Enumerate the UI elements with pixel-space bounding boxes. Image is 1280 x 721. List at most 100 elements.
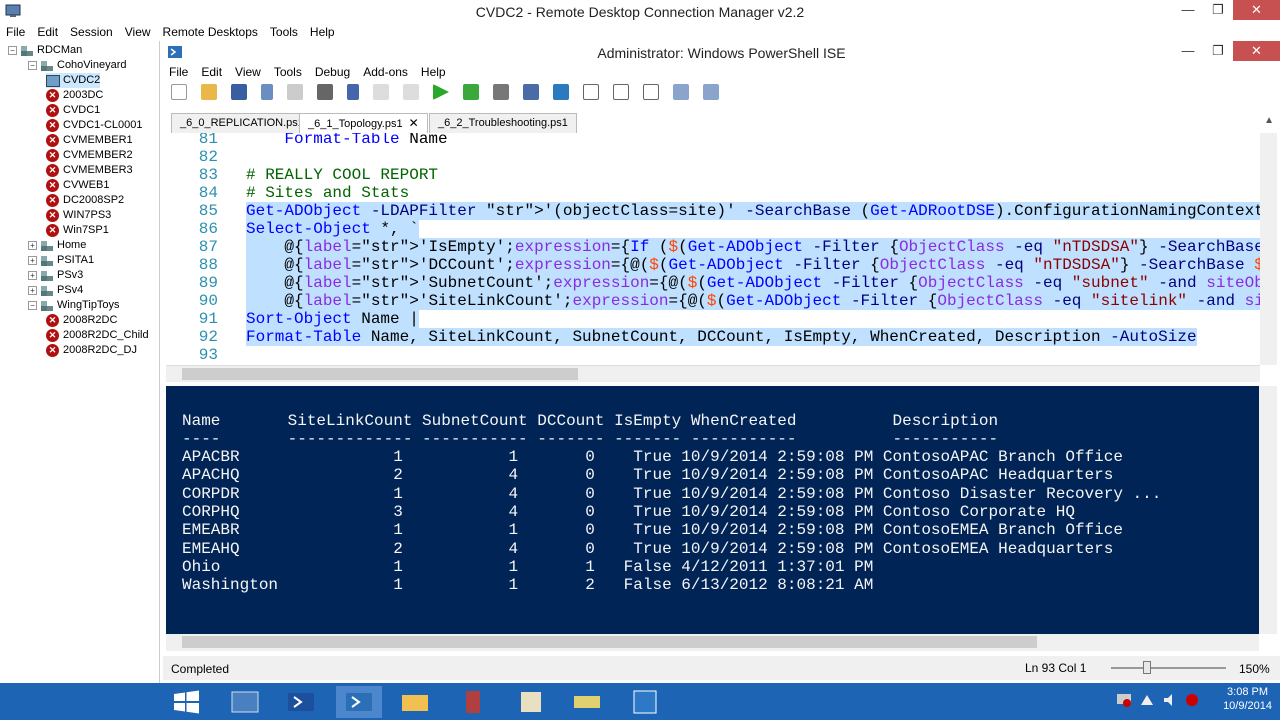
tree-node[interactable]: ✕ CVMEMBER3 (46, 163, 133, 178)
speaker-icon[interactable] (1162, 693, 1178, 707)
stop-icon[interactable] (493, 84, 509, 100)
tool-taskbar-icon[interactable] (450, 686, 496, 718)
ise-menu-file[interactable]: File (163, 63, 195, 81)
tab-close-icon[interactable]: ✕ (409, 116, 419, 130)
scrollbar-thumb[interactable] (182, 636, 1037, 648)
expand-icon[interactable]: + (28, 241, 37, 250)
menu-help[interactable]: Help (304, 22, 341, 41)
ise-menu-view[interactable]: View (229, 63, 268, 81)
code-line[interactable]: @{label="str">'DCCount';expression={@($(… (246, 256, 1260, 274)
tree-node[interactable]: ✕ CVDC1 (46, 103, 100, 118)
tree-node[interactable]: ✕ DC2008SP2 (46, 193, 124, 208)
tree-node[interactable]: + Home (28, 238, 86, 253)
notepad-taskbar-icon[interactable] (508, 686, 554, 718)
menu-remote-desktops[interactable]: Remote Desktops (157, 22, 264, 41)
run-script-icon[interactable] (433, 84, 449, 100)
code-line[interactable]: # Sites and Stats (246, 184, 409, 202)
run-selection-icon[interactable] (463, 84, 479, 100)
zoom-slider-track[interactable] (1111, 667, 1226, 669)
expand-icon[interactable]: + (28, 286, 37, 295)
tree-node[interactable]: − WingTipToys (28, 298, 120, 313)
action-center-icon[interactable] (1139, 693, 1155, 707)
save-icon[interactable] (231, 84, 247, 100)
ise-menu-tools[interactable]: Tools (268, 63, 309, 81)
network-error-icon[interactable] (1116, 693, 1132, 707)
start-button-icon[interactable] (163, 686, 209, 718)
powershell-ise-taskbar-icon[interactable] (336, 686, 382, 718)
ise-menu-addons[interactable]: Add-ons (357, 63, 415, 81)
ise-minimize-button[interactable]: — (1173, 41, 1203, 61)
ise-menu-debug[interactable]: Debug (309, 63, 357, 81)
tree-node[interactable]: + PSv3 (28, 268, 83, 283)
undo-icon[interactable] (373, 84, 389, 100)
console-horizontal-scrollbar[interactable] (166, 634, 1259, 651)
powershell-taskbar-icon[interactable] (278, 686, 324, 718)
book-taskbar-icon[interactable] (564, 686, 610, 718)
expand-icon[interactable]: + (28, 256, 37, 265)
paste-icon[interactable] (317, 84, 333, 100)
show-script-pane-top-icon[interactable] (583, 84, 599, 100)
code-line[interactable]: @{label="str">'IsEmpty';expression={If (… (246, 238, 1260, 256)
menu-tools[interactable]: Tools (264, 22, 304, 41)
tree-node[interactable]: ✕ WIN7PS3 (46, 208, 111, 223)
copy-icon[interactable] (287, 84, 303, 100)
menu-edit[interactable]: Edit (31, 22, 64, 41)
tree-node[interactable]: ✕ CVMEMBER1 (46, 133, 133, 148)
clock[interactable]: 3:08 PM 10/9/2014 (1223, 685, 1272, 713)
start-powershell-icon[interactable] (553, 84, 569, 100)
tree-node[interactable]: ✕ 2008R2DC (46, 313, 117, 328)
tree-node[interactable]: − RDCMan (8, 43, 82, 58)
show-script-pane-max-icon[interactable] (643, 84, 659, 100)
cut-icon[interactable] (261, 84, 273, 100)
code-line[interactable]: # REALLY COOL REPORT (246, 166, 438, 184)
show-command-addon-icon[interactable] (703, 84, 719, 100)
ise-maximize-button[interactable]: ❐ (1203, 41, 1233, 61)
show-script-pane-right-icon[interactable] (613, 84, 629, 100)
code-line[interactable]: Select-Object *, ` (246, 220, 419, 238)
minimize-button[interactable]: — (1173, 0, 1203, 20)
scrollbar-thumb[interactable] (182, 368, 578, 380)
tree-node[interactable]: ✕ Win7SP1 (46, 223, 109, 238)
tree-node[interactable]: CVDC2 (46, 73, 101, 88)
remote-powershell-icon[interactable] (523, 84, 539, 100)
code-line[interactable]: Get-ADObject -LDAPFilter "str">'(objectC… (246, 202, 1260, 220)
ise-menu-help[interactable]: Help (415, 63, 453, 81)
tree-node[interactable]: − CohoVineyard (28, 58, 127, 73)
script-editor[interactable]: 81 Format-Table Name 82 83 # REALLY COOL RE… (166, 133, 1260, 365)
redo-icon[interactable] (403, 84, 419, 100)
menu-session[interactable]: Session (64, 22, 119, 41)
tree-node[interactable]: ✕ 2008R2DC_Child (46, 328, 149, 343)
server-manager-icon[interactable] (222, 686, 268, 718)
tree-node[interactable]: ✕ CVWEB1 (46, 178, 109, 193)
editor-horizontal-scrollbar[interactable] (166, 365, 1260, 382)
code-line[interactable]: Format-Table Name, SiteLinkCount, Subnet… (246, 328, 1197, 346)
tree-node[interactable]: ✕ 2003DC (46, 88, 103, 103)
code-line[interactable]: Format-Table Name (246, 133, 447, 148)
file-explorer-icon[interactable] (392, 686, 438, 718)
menu-view[interactable]: View (119, 22, 157, 41)
console-vertical-scrollbar[interactable] (1259, 386, 1277, 634)
tree-node[interactable]: + PSITA1 (28, 253, 94, 268)
tree-node[interactable]: ✕ CVMEMBER2 (46, 148, 133, 163)
editor-vertical-scrollbar[interactable] (1260, 133, 1277, 365)
volume-muted-icon[interactable] (1184, 693, 1200, 707)
code-line[interactable]: @{label="str">'SubnetCount';expression={… (246, 274, 1260, 292)
collapse-icon[interactable]: − (28, 301, 37, 310)
maximize-button[interactable]: ❐ (1203, 0, 1233, 20)
collapse-icon[interactable]: − (8, 46, 17, 55)
tree-node[interactable]: ✕ 2008R2DC_DJ (46, 343, 137, 358)
show-command-window-icon[interactable] (673, 84, 689, 100)
ise-menu-edit[interactable]: Edit (195, 63, 229, 81)
ise-close-button[interactable]: ✕ (1233, 41, 1280, 61)
code-line[interactable]: @{label="str">'SiteLinkCount';expression… (246, 292, 1260, 310)
close-button[interactable]: ✕ (1233, 0, 1280, 20)
code-line[interactable]: Sort-Object Name | (246, 310, 419, 328)
tab-troubleshooting[interactable]: _6_2_Troubleshooting.ps1 (429, 113, 577, 133)
console-pane[interactable]: Name SiteLinkCount SubnetCount DCCount I… (166, 386, 1259, 634)
tab-topology[interactable]: _6_1_Topology.ps1 ✕ (299, 113, 428, 133)
open-folder-icon[interactable] (201, 84, 217, 100)
tree-node[interactable]: ✕ CVDC1-CL0001 (46, 118, 142, 133)
zoom-slider-thumb[interactable] (1143, 661, 1151, 674)
collapse-icon[interactable]: − (28, 61, 37, 70)
collapse-script-pane-icon[interactable]: ▲ (1264, 115, 1274, 126)
